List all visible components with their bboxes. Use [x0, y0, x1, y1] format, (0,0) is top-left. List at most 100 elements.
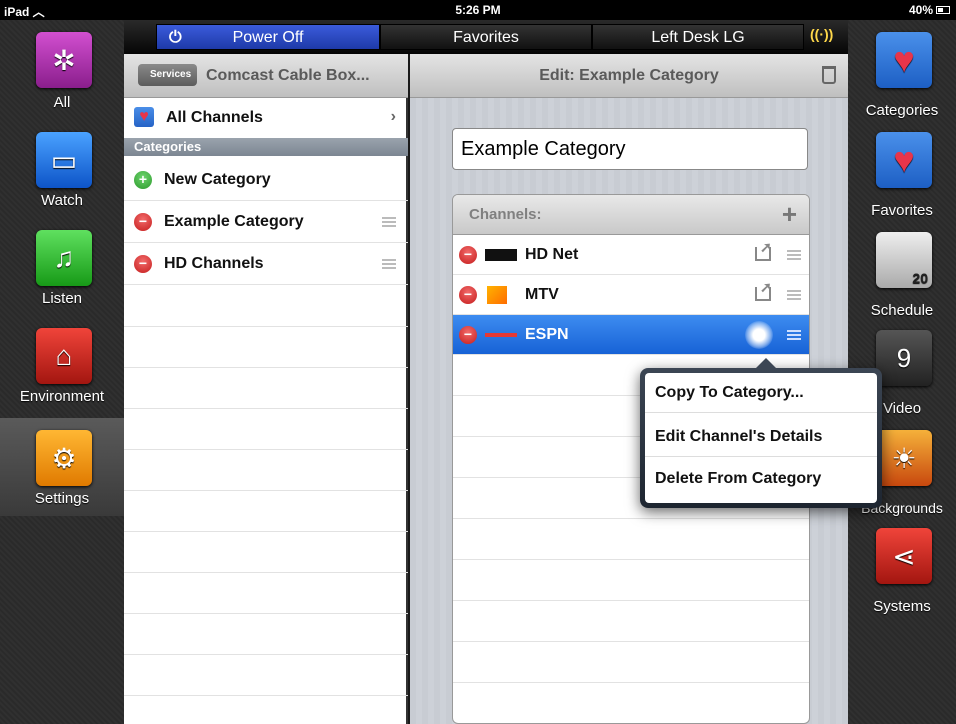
- row-label: HD Channels: [164, 255, 264, 272]
- category-row[interactable]: − HD Channels: [124, 244, 408, 285]
- all-channels-row[interactable]: ♥ All Channels ›: [124, 98, 408, 139]
- divider: [453, 518, 809, 519]
- channel-name: ESPN: [525, 326, 569, 343]
- row-label: New Category: [164, 171, 271, 188]
- delete-icon[interactable]: −: [134, 255, 152, 273]
- thermometer-calendar-icon: 20: [876, 232, 932, 288]
- hdnet-logo-icon: [485, 249, 517, 261]
- empty-row: [124, 368, 408, 409]
- empty-row: [124, 409, 408, 450]
- reorder-grip-icon[interactable]: [382, 259, 396, 269]
- heart-icon: ♥: [876, 32, 932, 88]
- status-bar: iPad ︿ 5:26 PM 40%: [0, 0, 956, 20]
- favorites-label: Favorites: [453, 29, 519, 46]
- film-countdown-icon: 9: [876, 330, 932, 386]
- delete-icon[interactable]: −: [459, 286, 477, 304]
- add-icon: +: [134, 171, 152, 189]
- category-row[interactable]: − Example Category: [124, 202, 408, 243]
- rail-label: Systems: [873, 598, 931, 615]
- divider: [453, 559, 809, 560]
- channels-header: Channels: +: [453, 195, 809, 235]
- categories-header: Services Comcast Cable Box...: [124, 54, 408, 98]
- rail-label: Favorites: [871, 202, 933, 219]
- channel-row[interactable]: − HD Net: [453, 235, 809, 275]
- battery-icon: [936, 6, 950, 14]
- rail-label: All: [53, 94, 71, 111]
- share-nodes-icon: ⋖: [876, 528, 932, 584]
- reorder-grip-icon[interactable]: [787, 250, 801, 260]
- delete-icon[interactable]: −: [134, 213, 152, 231]
- clock: 5:26 PM: [455, 3, 501, 17]
- edit-header: Edit: Example Category: [410, 54, 848, 98]
- reorder-grip-icon[interactable]: [382, 217, 396, 227]
- house-bulb-icon: ⌂: [36, 328, 92, 384]
- reorder-grip-icon[interactable]: [787, 290, 801, 300]
- chevron-right-icon: ›: [390, 108, 396, 125]
- rail-label: Environment: [19, 388, 105, 405]
- rail-label: Listen: [41, 290, 83, 307]
- heart-plus-icon: ♥: [876, 132, 932, 188]
- rail-label: Schedule: [870, 302, 934, 319]
- favorites-button[interactable]: Favorites: [380, 24, 592, 50]
- antenna-icon: ((·)): [810, 26, 834, 42]
- battery-indicator: 40%: [909, 3, 950, 17]
- popover-menu: Copy To Category... Edit Channel's Detai…: [645, 373, 877, 503]
- calendar-day: 20: [912, 270, 928, 286]
- gears-icon: ⚙: [36, 430, 92, 486]
- edit-title: Edit: Example Category: [539, 67, 719, 84]
- share-icon[interactable]: [745, 321, 773, 349]
- add-channel-icon[interactable]: +: [782, 199, 797, 230]
- rail-label: Settings: [34, 490, 90, 507]
- rail-item-favorites[interactable]: ♥ Favorites: [848, 120, 956, 219]
- rail-item-settings[interactable]: ⚙ Settings: [0, 418, 124, 516]
- categories-pane: Services Comcast Cable Box... ♥ All Chan…: [124, 54, 408, 724]
- rail-item-schedule[interactable]: 20 Schedule: [848, 220, 956, 319]
- delete-from-category-item[interactable]: Delete From Category: [645, 459, 877, 499]
- edit-channel-details-item[interactable]: Edit Channel's Details: [645, 417, 877, 457]
- channel-action-popover: Copy To Category... Edit Channel's Detai…: [640, 358, 882, 508]
- empty-row: [124, 327, 408, 368]
- category-name-field[interactable]: Example Category: [452, 128, 808, 170]
- share-icon[interactable]: [755, 279, 772, 301]
- compass-icon: ✲: [36, 32, 92, 88]
- row-label: Example Category: [164, 213, 304, 230]
- top-toolbar: ⏻ Power Off Favorites Left Desk LG ((·)): [124, 20, 848, 54]
- trash-icon[interactable]: [822, 66, 836, 84]
- empty-row: [124, 573, 408, 614]
- rail-item-categories[interactable]: ♥ Categories: [848, 20, 956, 119]
- divider: [453, 682, 809, 683]
- rail-item-all[interactable]: ✲ All: [0, 20, 124, 118]
- divider: [453, 600, 809, 601]
- room-label: Left Desk LG: [651, 29, 745, 46]
- rail-item-environment[interactable]: ⌂ Environment: [0, 316, 124, 414]
- channel-row-selected[interactable]: − ESPN: [453, 315, 809, 355]
- rail-item-systems[interactable]: ⋖ Systems: [848, 516, 956, 615]
- delete-icon[interactable]: −: [459, 246, 477, 264]
- services-back-button[interactable]: Services: [138, 64, 198, 86]
- copy-to-category-item[interactable]: Copy To Category...: [645, 373, 877, 413]
- section-header: Categories: [124, 138, 408, 156]
- new-category-row[interactable]: + New Category: [124, 160, 408, 201]
- channel-row[interactable]: − MTV: [453, 275, 809, 315]
- countdown-number: 9: [896, 342, 912, 373]
- espn-logo-icon: [485, 333, 517, 337]
- music-note-icon: ♫: [36, 230, 92, 286]
- rail-item-watch[interactable]: ▭ Watch: [0, 120, 124, 218]
- channel-name: MTV: [525, 286, 559, 303]
- channel-name: HD Net: [525, 246, 579, 263]
- share-icon[interactable]: [755, 239, 772, 261]
- empty-row: [124, 286, 408, 327]
- mtv-logo-icon: [487, 286, 507, 304]
- sunset-icon: ☀: [876, 430, 932, 486]
- rail-label: Categories: [865, 102, 939, 119]
- reorder-grip-icon[interactable]: [787, 330, 801, 340]
- power-icon: ⏻: [169, 29, 182, 46]
- power-button[interactable]: ⏻ Power Off: [156, 24, 380, 50]
- rail-item-listen[interactable]: ♫ Listen: [0, 218, 124, 316]
- heart-icon: ♥: [134, 107, 154, 127]
- room-selector[interactable]: Left Desk LG: [592, 24, 804, 50]
- empty-row: [124, 532, 408, 573]
- app-screen: iPad ︿ 5:26 PM 40% ✲ All ▭ Watch ♫ Liste…: [0, 0, 956, 724]
- empty-row: [124, 491, 408, 532]
- delete-icon[interactable]: −: [459, 326, 477, 344]
